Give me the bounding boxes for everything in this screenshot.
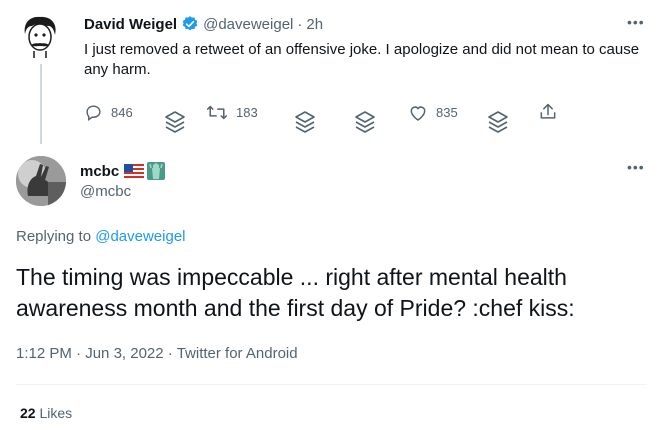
likes-count: 22 — [20, 405, 36, 421]
replying-to-line: Replying to @daveweigel — [16, 228, 186, 245]
separator-dot: · — [297, 15, 303, 33]
author-handle[interactable]: @mcbc — [80, 183, 131, 200]
reply-tweet-header: mcbc — [80, 162, 166, 180]
separator-dot: · — [167, 345, 173, 362]
separator-dot: · — [76, 345, 82, 362]
layers-icon — [354, 110, 376, 139]
reply-icon — [86, 105, 101, 122]
verified-badge-icon — [181, 15, 199, 33]
layers-icon — [487, 110, 509, 139]
replying-prefix: Replying to — [16, 228, 92, 245]
quoted-tweet-text: I just removed a retweet of an offensive… — [84, 41, 640, 78]
replying-to-handle-link[interactable]: @daveweigel — [95, 228, 185, 245]
heart-icon — [410, 106, 426, 121]
divider — [16, 384, 647, 385]
reply-button[interactable]: 846 — [84, 103, 133, 122]
layers-icon — [294, 110, 316, 139]
david-weigel-avatar[interactable] — [17, 14, 63, 60]
reply-tweet-text: The timing was impeccable ... right afte… — [16, 264, 575, 321]
tweet-time[interactable]: 1:12 PM — [16, 345, 72, 362]
thread-connector-line — [40, 64, 42, 144]
author-name[interactable]: mcbc — [80, 163, 119, 180]
likes-count-link[interactable]: 22 Likes — [20, 405, 72, 421]
author-handle[interactable]: @daveweigel — [203, 16, 293, 33]
retweet-button[interactable]: 183 — [206, 103, 258, 122]
mcbc-avatar[interactable] — [16, 156, 66, 206]
tweet-source[interactable]: Twitter for Android — [177, 345, 298, 362]
share-icon — [540, 103, 556, 119]
more-options-icon[interactable]: ••• — [627, 159, 645, 175]
like-button[interactable]: 835 — [408, 103, 458, 122]
author-name[interactable]: David Weigel — [84, 16, 177, 33]
retweet-icon — [206, 105, 228, 120]
layers-icon — [164, 110, 186, 139]
likes-label: Likes — [39, 405, 73, 421]
reply-count: 846 — [111, 105, 133, 120]
flag-us-icon — [124, 164, 145, 178]
share-button[interactable] — [538, 102, 558, 122]
quoted-tweet-header: David Weigel @daveweigel · 2h — [84, 15, 323, 33]
tweet-date[interactable]: Jun 3, 2022 — [85, 345, 163, 362]
statue-of-liberty-icon — [147, 162, 166, 180]
more-options-icon[interactable]: ••• — [627, 14, 645, 30]
like-count: 835 — [436, 105, 458, 120]
retweet-count: 183 — [236, 105, 258, 120]
tweet-meta: 1:12 PM · Jun 3, 2022 · Twitter for Andr… — [16, 345, 298, 362]
tweet-time[interactable]: 2h — [306, 16, 323, 33]
